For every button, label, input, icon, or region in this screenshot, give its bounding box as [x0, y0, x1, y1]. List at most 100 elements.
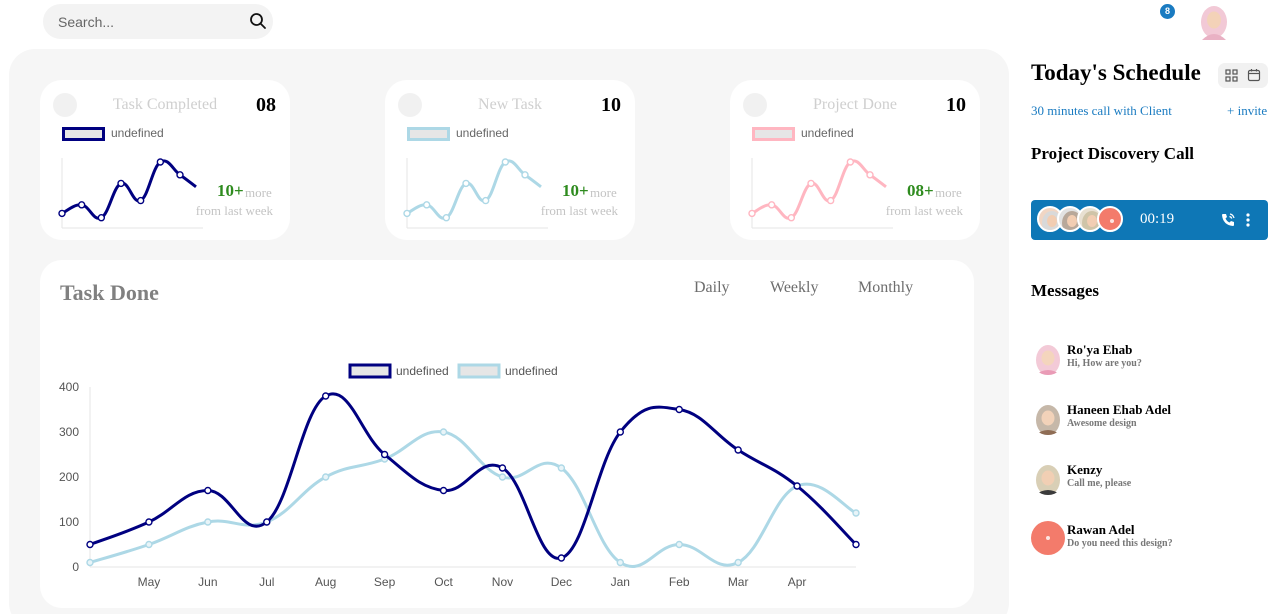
data-point	[86, 558, 94, 567]
search-bar[interactable]	[43, 4, 273, 39]
data-point	[117, 179, 125, 188]
task-done-title: Task Done	[60, 280, 159, 305]
legend-swatch	[348, 363, 392, 379]
data-point	[787, 214, 796, 222]
card-title: Project Done	[813, 96, 897, 113]
data-point	[86, 540, 94, 549]
x-tick-label: Jul	[259, 575, 274, 589]
data-point	[439, 428, 448, 436]
data-point	[852, 540, 860, 549]
participant-avatar	[1097, 206, 1123, 232]
y-tick-label: 300	[59, 425, 79, 439]
data-point	[97, 214, 106, 222]
data-point	[321, 473, 330, 481]
avatar	[1031, 341, 1065, 375]
search-input[interactable]	[58, 4, 238, 39]
x-tick-label: Sep	[374, 575, 396, 589]
data-point	[521, 171, 529, 179]
message-item[interactable]: Haneen Ehab Adel Awesome design	[1031, 401, 1271, 439]
search-icon[interactable]	[249, 12, 267, 30]
data-point	[145, 518, 153, 526]
data-point	[422, 201, 431, 209]
data-point	[793, 482, 801, 490]
active-call-bar[interactable]: 00:19	[1031, 200, 1268, 240]
from-last-week: from last week	[540, 203, 618, 218]
message-item[interactable]: Kenzy Call me, please	[1031, 461, 1271, 499]
card-title: Task Completed	[112, 96, 218, 113]
tab-weekly[interactable]: Weekly	[770, 279, 818, 297]
x-tick-label: May	[138, 575, 161, 589]
legend-swatch	[752, 127, 795, 141]
data-point	[321, 392, 330, 400]
data-point	[675, 405, 683, 414]
view-toggle[interactable]	[1218, 63, 1268, 88]
data-point	[136, 196, 145, 205]
series-line	[61, 159, 197, 220]
schedule-call-text: 30 minutes call with Client	[1031, 103, 1172, 118]
message-preview: Do you need this design?	[1067, 538, 1173, 549]
data-point	[380, 450, 389, 459]
tab-monthly[interactable]: Monthly	[858, 279, 913, 297]
legend-swatch	[407, 127, 450, 141]
message-preview: Awesome design	[1067, 418, 1137, 429]
message-sender: Kenzy	[1067, 462, 1103, 477]
data-point	[204, 518, 212, 526]
data-point	[263, 518, 271, 526]
data-point	[734, 558, 742, 567]
y-tick-label: 0	[72, 560, 79, 574]
message-preview: Call me, please	[1067, 478, 1132, 489]
user-avatar[interactable]	[1197, 2, 1231, 40]
x-tick-label: Jan	[611, 575, 630, 589]
phone-icon[interactable]	[1220, 212, 1236, 228]
percent-change: 10+	[217, 181, 244, 200]
avatar	[1031, 401, 1065, 435]
series-line	[406, 159, 542, 220]
message-sender: Rawan Adel	[1067, 522, 1135, 537]
data-point	[734, 446, 742, 454]
percent-change: 08+	[907, 181, 934, 200]
data-point	[852, 509, 860, 517]
message-item[interactable]: Rawan Adel Do you need this design?	[1031, 521, 1271, 559]
data-point	[204, 486, 212, 495]
call-timer: 00:19	[1140, 211, 1175, 227]
data-point	[442, 214, 451, 222]
data-point	[501, 158, 510, 166]
mini-line-chart	[403, 158, 548, 229]
x-tick-label: Nov	[492, 575, 513, 589]
messages-title: Messages	[1031, 281, 1099, 300]
notification-badge[interactable]: 8	[1160, 4, 1175, 19]
data-point	[156, 158, 165, 166]
message-item[interactable]: Ro'ya Ehab Hi, How are you?	[1031, 341, 1271, 379]
legend-swatch	[62, 127, 105, 141]
stat-card-new-task[interactable]: New Task 10 undefined 10+ more from last…	[385, 80, 635, 240]
message-sender: Haneen Ehab Adel	[1067, 402, 1172, 417]
legend-label: undefined	[396, 364, 449, 378]
stat-card-task-completed[interactable]: Task Completed 08 undefined 10+ more fro…	[40, 80, 290, 240]
x-tick-label: Apr	[788, 575, 807, 589]
legend-label: undefined	[456, 126, 509, 140]
avatar	[1031, 461, 1065, 495]
x-tick-label: Feb	[669, 575, 690, 589]
more-label: more	[245, 185, 272, 200]
calendar-icon[interactable]	[1247, 68, 1261, 82]
invite-link[interactable]: + invite	[1227, 103, 1267, 119]
legend-label: undefined	[111, 126, 164, 140]
data-point	[462, 179, 470, 188]
data-point	[403, 209, 411, 218]
project-call-title: Project Discovery Call	[1031, 144, 1195, 163]
y-tick-label: 400	[59, 380, 79, 394]
legend-label: undefined	[505, 364, 558, 378]
data-point	[748, 209, 756, 218]
x-tick-label: Oct	[434, 575, 453, 589]
card-count: 10	[946, 94, 966, 116]
x-tick-label: Jun	[198, 575, 217, 589]
x-tick-label: Dec	[551, 575, 572, 589]
more-options-icon[interactable]	[1245, 212, 1251, 228]
tab-daily[interactable]: Daily	[694, 279, 730, 297]
data-point	[58, 209, 66, 218]
stat-card-project-done[interactable]: Project Done 10 undefined 08+ more from …	[730, 80, 980, 240]
data-point	[498, 473, 507, 481]
data-point	[557, 464, 566, 472]
series-line	[751, 159, 887, 220]
grid-icon[interactable]	[1225, 69, 1238, 82]
